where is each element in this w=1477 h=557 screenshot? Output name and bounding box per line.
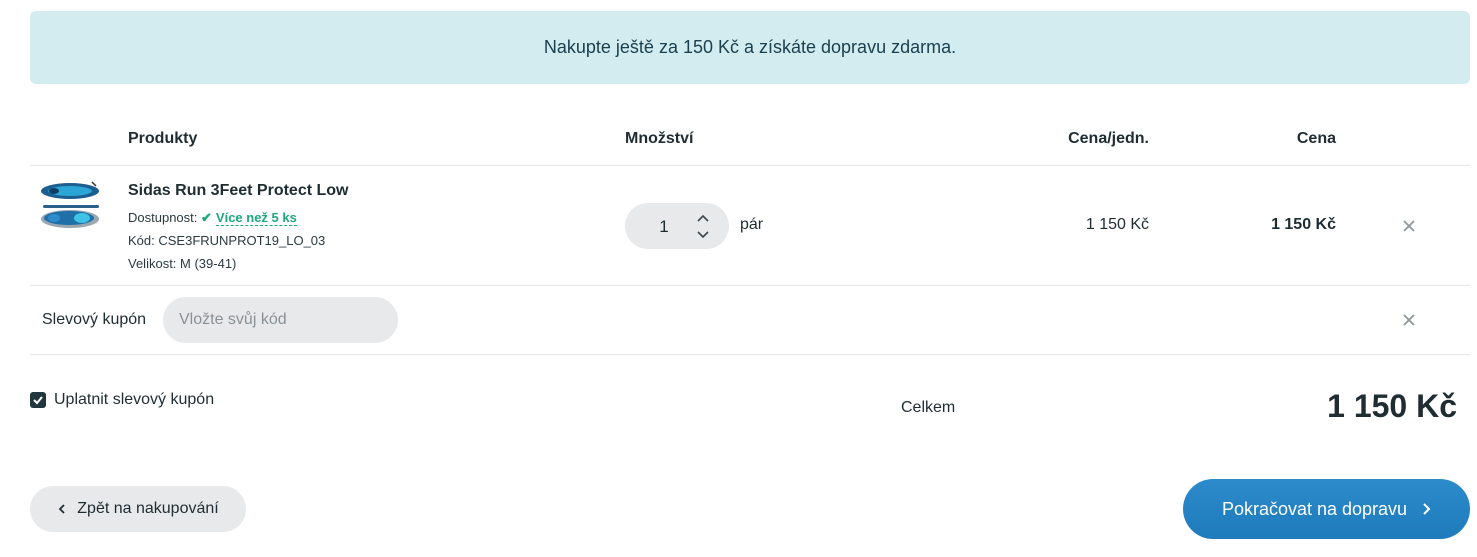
- header-price: Cena: [1296, 130, 1336, 147]
- coupon-divider: [30, 354, 1470, 355]
- availability: Dostupnost: ✔ Více než 5 ks: [128, 210, 297, 226]
- chevron-right-icon: [1423, 503, 1431, 515]
- free-shipping-text: Nakupte ještě za 150 Kč a získáte doprav…: [543, 37, 957, 57]
- header-products: Produkty: [128, 130, 198, 147]
- chevron-down-icon[interactable]: [695, 228, 711, 242]
- line-price: 1 150 Kč: [1271, 216, 1336, 233]
- header-divider: [30, 165, 1470, 166]
- check-icon: ✔: [201, 210, 212, 225]
- availability-label: Dostupnost:: [128, 210, 198, 225]
- chevron-up-icon[interactable]: [695, 211, 711, 225]
- continue-button-label: Pokračovat na dopravu: [1221, 498, 1408, 519]
- apply-coupon-checkbox[interactable]: [30, 392, 46, 408]
- quantity-value[interactable]: 1: [625, 217, 703, 237]
- remove-coupon-icon[interactable]: [1400, 311, 1418, 329]
- chevron-left-icon: [59, 504, 65, 514]
- unit-price: 1 150 Kč: [1085, 216, 1149, 233]
- insole-thumbnail-icon[interactable]: [40, 180, 104, 232]
- product-name[interactable]: Sidas Run 3Feet Protect Low: [128, 182, 348, 200]
- checkmark-icon: [33, 396, 43, 405]
- row-divider: [30, 285, 1470, 286]
- quantity-stepper[interactable]: 1: [625, 203, 729, 249]
- apply-coupon-label[interactable]: Uplatnit slevový kupón: [54, 391, 214, 409]
- total-label: Celkem: [901, 399, 956, 416]
- header-unit-price: Cena/jedn.: [1068, 130, 1149, 147]
- continue-to-shipping-button[interactable]: Pokračovat na dopravu: [1183, 479, 1470, 539]
- product-code: Kód: CSE3FRUNPROT19_LO_03: [128, 233, 326, 248]
- availability-value[interactable]: Více než 5 ks: [215, 210, 297, 226]
- coupon-label: Slevový kupón: [42, 311, 147, 328]
- total-value: 1 150 Kč: [1327, 388, 1457, 424]
- back-button-label: Zpět na nakupování: [77, 500, 219, 517]
- coupon-input[interactable]: [163, 297, 398, 343]
- back-to-shopping-button[interactable]: Zpět na nakupování: [30, 486, 246, 532]
- quantity-unit: pár: [740, 216, 764, 233]
- free-shipping-banner: Nakupte ještě za 150 Kč a získáte doprav…: [30, 11, 1470, 84]
- product-size: Velikost: M (39-41): [128, 256, 237, 271]
- header-quantity: Množství: [625, 130, 694, 147]
- remove-item-icon[interactable]: [1400, 217, 1418, 235]
